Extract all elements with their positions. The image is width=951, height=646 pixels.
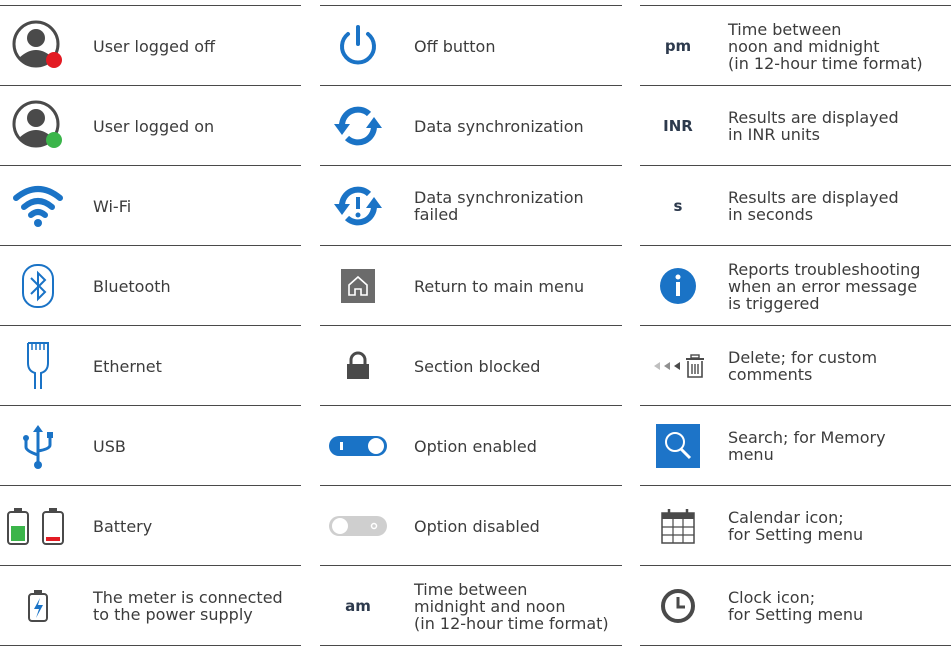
unit-label: pm: [664, 37, 692, 55]
legend-row: Ethernet: [0, 326, 301, 406]
legend-row: Delete; for custom comments: [640, 326, 951, 406]
clock-icon: [640, 566, 716, 646]
legend-label: User logged on: [93, 116, 215, 136]
legend-row: Calendar icon; for Setting menu: [640, 486, 951, 566]
legend-row: INR Results are displayed in INR units: [640, 86, 951, 166]
legend-label: Clock icon; for Setting menu: [728, 588, 864, 624]
legend-row: Data synchronization failed: [320, 166, 622, 246]
legend-row: User logged off: [0, 6, 301, 86]
user-online-icon: [0, 86, 76, 166]
legend-row: Return to main menu: [320, 246, 622, 326]
legend-row: s Results are displayed in seconds: [640, 166, 951, 246]
legend-label: Option enabled: [414, 436, 537, 456]
legend-label: Ethernet: [93, 356, 162, 376]
sync-failed-icon: [320, 166, 396, 246]
legend-label: USB: [93, 436, 126, 456]
legend-row: Data synchronization: [320, 86, 622, 166]
legend-label: Wi-Fi: [93, 196, 132, 216]
legend-label: User logged off: [93, 36, 215, 56]
home-icon: [320, 246, 396, 326]
calendar-icon: [640, 486, 716, 566]
toggle-off-icon: [320, 486, 396, 566]
unit-label: s: [673, 197, 683, 215]
ethernet-icon: [0, 326, 76, 406]
legend-row: pm Time between noon and midnight (in 12-…: [640, 6, 951, 86]
legend-row: am Time between midnight and noon (in 12-…: [320, 566, 622, 646]
sync-icon: [320, 86, 396, 166]
lock-icon: [320, 326, 396, 406]
legend-label: Search; for Memory menu: [728, 428, 886, 464]
legend-row: The meter is connected to the power supp…: [0, 566, 301, 646]
legend-label: Section blocked: [414, 356, 541, 376]
legend-label: Reports troubleshooting when an error me…: [728, 259, 921, 313]
wifi-icon: [0, 166, 76, 246]
info-icon: [640, 246, 716, 326]
legend-label: Bluetooth: [93, 276, 171, 296]
legend-label: Delete; for custom comments: [728, 348, 878, 384]
legend-label: Return to main menu: [414, 276, 585, 296]
legend-row: Search; for Memory menu: [640, 406, 951, 486]
toggle-on-icon: [320, 406, 396, 486]
unit-label: am: [345, 597, 371, 615]
legend-row: Section blocked: [320, 326, 622, 406]
battery-icon: [0, 486, 76, 566]
legend-row: User logged on: [0, 86, 301, 166]
power-off-icon: [320, 6, 396, 86]
legend-label: Time between noon and midnight (in 12-ho…: [728, 19, 923, 73]
legend-label: The meter is connected to the power supp…: [93, 588, 283, 624]
power-supply-icon: [0, 566, 76, 646]
inr-unit: INR: [640, 86, 716, 166]
legend-row: Clock icon; for Setting menu: [640, 566, 951, 646]
legend-row: Bluetooth: [0, 246, 301, 326]
legend-label: Data synchronization failed: [414, 188, 584, 224]
legend-row: Option disabled: [320, 486, 622, 566]
delete-icon: [640, 326, 716, 406]
legend-label: Results are displayed in INR units: [728, 108, 899, 144]
usb-icon: [0, 406, 76, 486]
legend-row: Reports troubleshooting when an error me…: [640, 246, 951, 326]
legend-row: Option enabled: [320, 406, 622, 486]
pm-unit: pm: [640, 6, 716, 86]
bluetooth-icon: [0, 246, 76, 326]
legend-label: Option disabled: [414, 516, 540, 536]
legend-label: Off button: [414, 36, 496, 56]
search-icon: [640, 406, 716, 486]
am-unit: am: [320, 566, 396, 646]
legend-row: Off button: [320, 6, 622, 86]
legend-row: USB: [0, 406, 301, 486]
legend-label: Results are displayed in seconds: [728, 188, 899, 224]
legend-row: Wi-Fi: [0, 166, 301, 246]
user-offline-icon: [0, 6, 76, 86]
unit-label: INR: [663, 117, 693, 135]
legend-label: Battery: [93, 516, 153, 536]
legend-label: Data synchronization: [414, 116, 584, 136]
legend-label: Time between midnight and noon (in 12-ho…: [414, 579, 609, 633]
legend-row: Battery: [0, 486, 301, 566]
legend-label: Calendar icon; for Setting menu: [728, 508, 864, 544]
seconds-unit: s: [640, 166, 716, 246]
